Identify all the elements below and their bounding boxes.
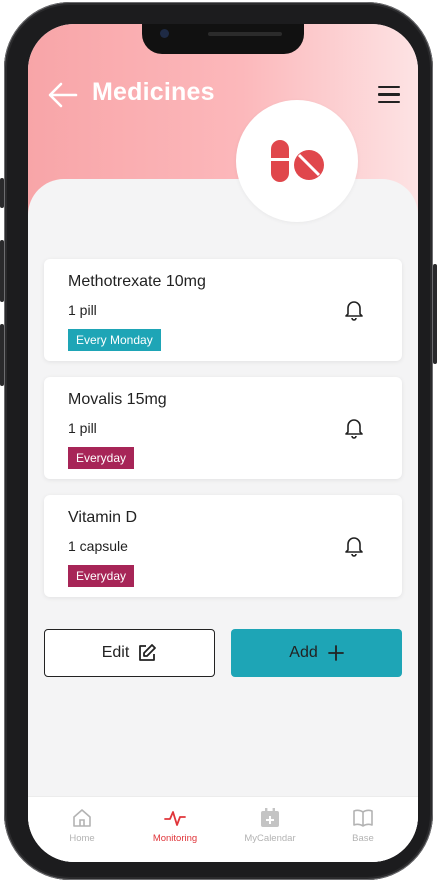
tab-home[interactable]: Home — [37, 807, 127, 844]
hamburger-menu-icon[interactable] — [378, 86, 400, 104]
power-button — [433, 264, 437, 364]
medicine-name: Methotrexate 10mg — [68, 273, 206, 290]
volume-up-button — [0, 240, 4, 302]
medicine-card[interactable]: Methotrexate 10mg 1 pill Every Monday — [44, 259, 402, 361]
front-camera — [160, 29, 169, 38]
home-icon — [73, 809, 91, 827]
tab-label: Home — [69, 833, 95, 844]
tab-mycalendar[interactable]: MyCalendar — [225, 807, 315, 844]
volume-down-button — [0, 324, 4, 386]
medicine-name: Movalis 15mg — [68, 391, 167, 408]
speaker-grille — [208, 32, 282, 36]
phone-frame: Medicines Methotrexate 10mg 1 pill Every… — [0, 2, 437, 880]
tab-label: Monitoring — [152, 833, 198, 844]
edit-button-label: Edit — [101, 644, 130, 661]
tab-monitoring[interactable]: Monitoring — [130, 807, 220, 844]
bell-icon[interactable] — [344, 417, 364, 439]
page-title: Medicines — [92, 78, 215, 106]
edit-button[interactable]: Edit — [44, 629, 215, 677]
tab-label: Base — [352, 833, 374, 844]
arrow-left-icon[interactable] — [48, 82, 78, 108]
tab-label: MyCalendar — [244, 833, 296, 844]
add-button-label: Add — [289, 644, 318, 661]
bottom-tab-bar: Home Monitoring MyCalendar Base — [28, 796, 418, 862]
app-screen: Medicines Methotrexate 10mg 1 pill Every… — [28, 24, 418, 862]
medicine-dose: 1 pill — [68, 302, 97, 318]
pills-icon — [271, 140, 324, 182]
plus-icon — [327, 645, 344, 661]
mute-switch — [0, 178, 4, 208]
tab-base[interactable]: Base — [318, 807, 408, 844]
frequency-badge: Everyday — [68, 565, 135, 587]
frequency-badge: Every Monday — [68, 329, 161, 351]
edit-icon — [139, 644, 157, 661]
medicine-card[interactable]: Vitamin D 1 capsule Everyday — [44, 495, 402, 597]
book-icon — [353, 809, 373, 827]
medicine-dose: 1 capsule — [68, 538, 128, 554]
add-button[interactable]: Add — [231, 629, 402, 677]
bell-icon[interactable] — [344, 535, 364, 557]
pills-badge — [236, 100, 358, 222]
frequency-badge: Everyday — [68, 447, 135, 469]
bell-icon[interactable] — [344, 299, 364, 321]
medicine-name: Vitamin D — [68, 509, 138, 526]
medicine-card[interactable]: Movalis 15mg 1 pill Everyday — [44, 377, 402, 479]
medicine-dose: 1 pill — [68, 420, 97, 436]
notch — [142, 24, 304, 54]
calendar-plus-icon — [261, 808, 279, 827]
pulse-icon — [164, 811, 186, 826]
